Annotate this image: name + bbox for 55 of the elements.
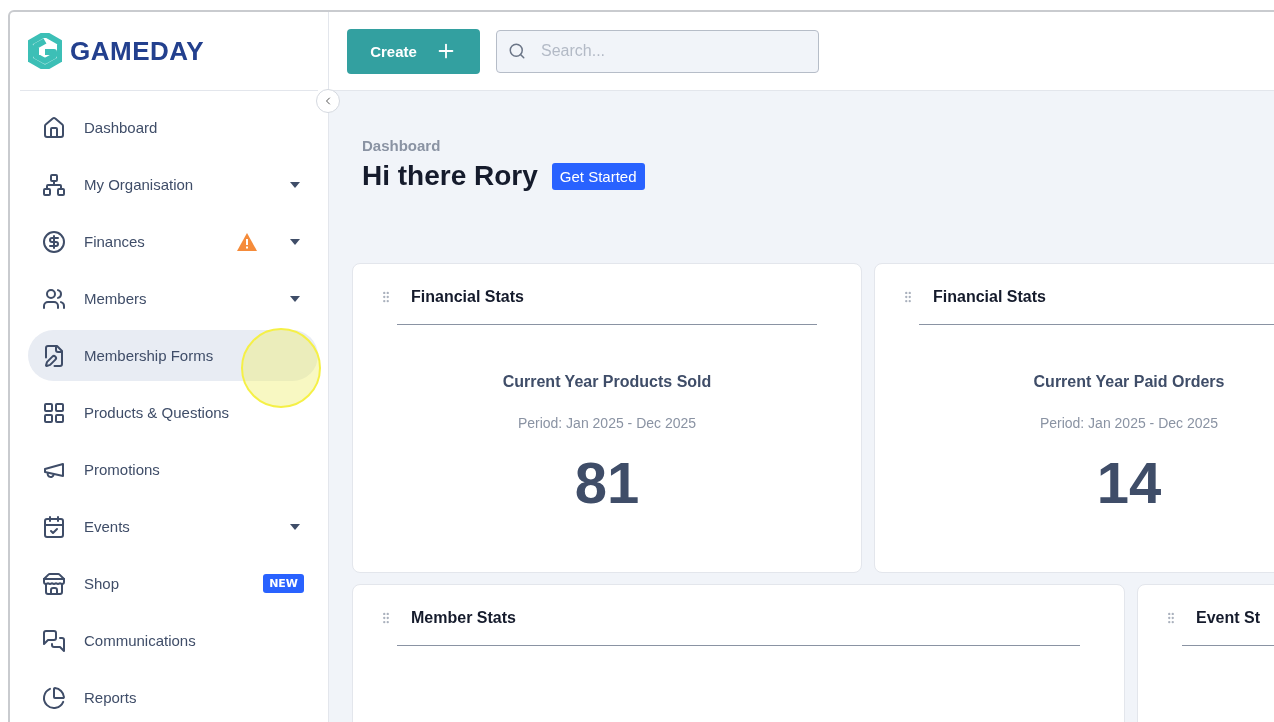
get-started-button[interactable]: Get Started <box>551 162 645 190</box>
pie-icon <box>42 685 66 710</box>
sidebar-label: Promotions <box>84 461 161 478</box>
sidebar-item[interactable]: Products & Questions <box>28 387 318 438</box>
collapse-button[interactable] <box>316 89 340 113</box>
logo-text: GAMEDAY <box>70 35 204 67</box>
sidebar-label: Finances <box>84 233 146 250</box>
grid-icon <box>42 400 66 425</box>
sidebar-item[interactable]: Communications <box>28 615 318 666</box>
metric-value: 81 <box>574 449 640 516</box>
calendar-icon <box>42 514 66 539</box>
sidebar-label: Events <box>84 518 131 535</box>
sidebar-label: Members <box>84 290 148 307</box>
form-icon <box>42 343 66 368</box>
hierarchy-icon <box>42 172 66 197</box>
metric-label: Current Year Paid Orders <box>1033 373 1225 391</box>
period-text: Period: Jan 2025 - Dec 2025 <box>517 415 697 431</box>
card-title: Member Stats <box>411 609 516 627</box>
sidebar-label: Communications <box>84 632 197 649</box>
dollar-icon <box>42 229 66 254</box>
sidebar-item[interactable]: Dashboard <box>28 102 318 153</box>
sidebar-label: Shop <box>84 575 121 592</box>
caret-icon[interactable] <box>290 181 300 188</box>
metric-value: 14 <box>1096 449 1162 516</box>
period-text: Period: Jan 2025 - Dec 2025 <box>1039 415 1219 431</box>
sidebar-label: Products & Questions <box>84 404 231 421</box>
people-icon <box>42 286 66 311</box>
sidebar-item[interactable]: Promotions <box>28 444 318 495</box>
chat-icon <box>42 628 66 653</box>
search-field[interactable]: Search... <box>496 29 819 73</box>
caret-icon[interactable] <box>290 523 300 530</box>
sidebar-label: Reports <box>84 689 138 706</box>
sidebar-item[interactable]: Events <box>28 501 318 552</box>
metric-label: Current Year Products Sold <box>502 373 712 391</box>
caret-icon[interactable] <box>290 238 300 245</box>
card-title: Event St <box>1196 609 1260 627</box>
greeting-heading: Hi there Rory <box>362 160 538 192</box>
card-title: Financial Stats <box>411 288 524 306</box>
sidebar-item[interactable]: Members <box>28 273 318 324</box>
sidebar-item[interactable]: Membership Forms <box>28 330 318 381</box>
sidebar-label: My Organisation <box>84 176 195 193</box>
caret-icon[interactable] <box>290 295 300 302</box>
sidebar-item[interactable]: My Organisation <box>28 159 318 210</box>
store-icon <box>42 571 66 596</box>
card-title: Financial Stats <box>933 288 1046 306</box>
sidebar-item[interactable]: Reports <box>28 672 318 722</box>
sidebar-label: Dashboard <box>84 119 159 136</box>
search-icon <box>508 41 526 60</box>
sidebar-item[interactable]: Shop NEW <box>28 558 318 609</box>
new-badge: NEW <box>263 574 304 593</box>
breadcrumb: Dashboard <box>362 137 442 154</box>
logo-icon <box>28 33 62 69</box>
sidebar-item[interactable]: Finances <box>28 216 318 267</box>
house-icon <box>42 115 66 140</box>
sidebar-label: Membership Forms <box>84 347 215 364</box>
